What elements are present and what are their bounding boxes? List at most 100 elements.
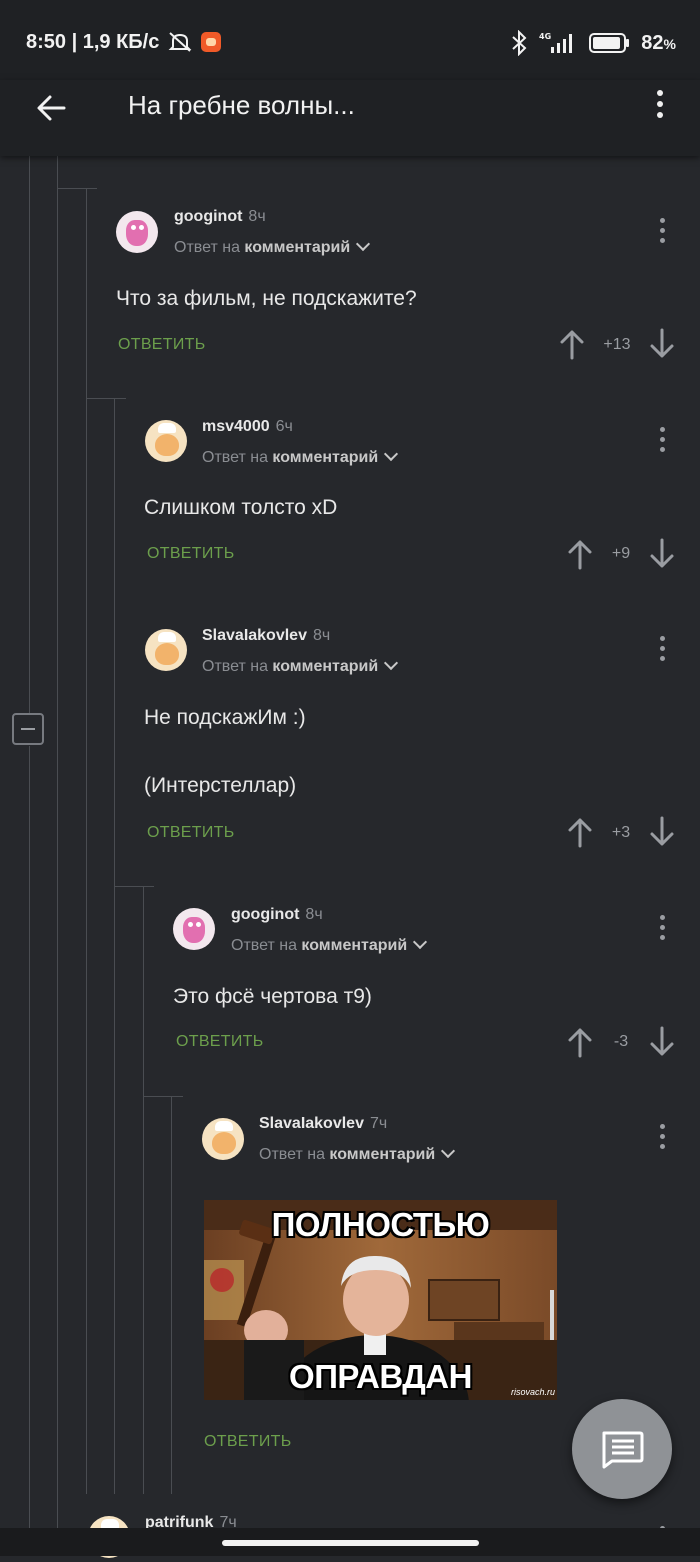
comment-author[interactable]: SlavaIakovlev 8ч bbox=[202, 627, 330, 645]
network-label: 4G bbox=[539, 32, 551, 41]
app-notification-icon bbox=[201, 32, 222, 52]
upvote-button[interactable] bbox=[558, 328, 586, 360]
meme-top-caption: ПОЛНОСТЬЮ bbox=[271, 1206, 490, 1243]
user-avatar[interactable] bbox=[145, 420, 187, 462]
upvote-button[interactable] bbox=[566, 1026, 594, 1058]
write-comment-fab[interactable] bbox=[572, 1399, 672, 1499]
status-bar: 8:50 | 1,9 КБ/с 4G 82% bbox=[0, 0, 700, 80]
reply-button[interactable]: ОТВЕТИТЬ bbox=[204, 1433, 292, 1451]
comment-text: Что за фильм, не подскажите? bbox=[116, 287, 417, 310]
arrow-up-icon bbox=[568, 1028, 592, 1058]
reply-to-link[interactable]: Ответ на комментарий bbox=[174, 236, 371, 257]
system-nav-bar bbox=[0, 1528, 700, 1556]
comment-score: +9 bbox=[611, 545, 631, 562]
comment-text: Это фсё чертова т9) bbox=[173, 985, 372, 1008]
comment-time: 7ч bbox=[369, 1115, 388, 1132]
comment-score: +3 bbox=[611, 824, 631, 841]
more-vertical-icon bbox=[650, 214, 674, 243]
app-bar: На гребне волны... bbox=[0, 80, 700, 156]
user-avatar[interactable] bbox=[116, 211, 158, 253]
comment-icon bbox=[602, 1431, 644, 1469]
thread-line bbox=[114, 398, 115, 1494]
reply-to-link[interactable]: Ответ на комментарий bbox=[231, 934, 428, 955]
comment-time: 8ч bbox=[248, 208, 266, 225]
more-vertical-icon bbox=[650, 1120, 674, 1149]
arrow-down-icon bbox=[650, 328, 674, 358]
downvote-button[interactable] bbox=[648, 538, 676, 570]
comment-menu-button[interactable] bbox=[650, 911, 674, 951]
arrow-down-icon bbox=[650, 538, 674, 568]
meme-watermark: risovach.ru bbox=[510, 1387, 555, 1397]
status-time-speed: 8:50 | 1,9 КБ/с bbox=[26, 30, 160, 53]
user-avatar[interactable] bbox=[202, 1118, 244, 1160]
page-title: На гребне волны... bbox=[128, 90, 355, 120]
comment-menu-button[interactable] bbox=[650, 214, 674, 254]
arrow-up-icon bbox=[560, 330, 584, 360]
home-gesture-bar[interactable] bbox=[222, 1540, 479, 1546]
reply-button[interactable]: ОТВЕТИТЬ bbox=[147, 824, 235, 842]
thread-line bbox=[86, 188, 87, 1494]
thread-branch bbox=[57, 188, 97, 189]
chevron-down-icon bbox=[413, 934, 428, 950]
comment-score: -3 bbox=[613, 1033, 629, 1050]
thread-line bbox=[171, 1096, 172, 1494]
thread-line bbox=[29, 156, 30, 714]
comment-author[interactable]: googinot 8ч bbox=[231, 906, 323, 924]
upvote-button[interactable] bbox=[566, 538, 594, 570]
thread-branch bbox=[86, 398, 126, 399]
arrow-up-icon bbox=[568, 540, 592, 570]
chevron-down-icon bbox=[441, 1143, 456, 1159]
comment-author[interactable]: SlavaIakovlev 7ч bbox=[259, 1115, 387, 1133]
battery-icon bbox=[589, 32, 631, 54]
overflow-menu-button[interactable] bbox=[644, 86, 676, 126]
user-avatar[interactable] bbox=[145, 629, 187, 671]
comment-time: 8ч bbox=[305, 906, 323, 923]
reply-to-link[interactable]: Ответ на комментарий bbox=[202, 446, 399, 467]
downvote-button[interactable] bbox=[648, 1026, 676, 1058]
more-vertical-icon bbox=[650, 423, 674, 452]
signal-4g-icon: 4G bbox=[537, 31, 579, 55]
reply-to-link[interactable]: Ответ на комментарий bbox=[202, 655, 399, 676]
thread-branch bbox=[143, 1096, 183, 1097]
comment-menu-button[interactable] bbox=[650, 632, 674, 672]
arrow-down-icon bbox=[650, 816, 674, 846]
thread-line bbox=[143, 886, 144, 1494]
comment-menu-button[interactable] bbox=[650, 423, 674, 463]
thread-line bbox=[57, 156, 58, 1528]
meme-bottom-caption: ОПРАВДАН bbox=[289, 1358, 472, 1395]
status-left: 8:50 | 1,9 КБ/с bbox=[26, 30, 222, 54]
comment-text: Не подскажИм :) (Интерстеллар) bbox=[144, 706, 306, 797]
downvote-button[interactable] bbox=[648, 816, 676, 848]
comment-author[interactable]: googinot 8ч bbox=[174, 208, 266, 226]
thread-line bbox=[29, 746, 30, 1528]
downvote-button[interactable] bbox=[648, 328, 676, 360]
reply-button[interactable]: ОТВЕТИТЬ bbox=[118, 336, 206, 354]
user-avatar[interactable] bbox=[173, 908, 215, 950]
arrow-up-icon bbox=[568, 818, 592, 848]
thread-branch bbox=[114, 886, 154, 887]
collapse-thread-button[interactable] bbox=[12, 713, 44, 745]
meme-image[interactable]: ПОЛНОСТЬЮ ОПРАВДАН risovach.ru bbox=[204, 1200, 557, 1400]
arrow-back-icon bbox=[37, 95, 66, 121]
upvote-button[interactable] bbox=[566, 816, 594, 848]
comment-time: 6ч bbox=[275, 418, 293, 435]
status-right: 4G 82% bbox=[511, 30, 676, 56]
more-vertical-icon bbox=[644, 86, 676, 118]
back-button[interactable] bbox=[32, 88, 72, 128]
bluetooth-icon bbox=[511, 30, 527, 56]
chevron-down-icon bbox=[384, 446, 399, 462]
chevron-down-icon bbox=[356, 236, 371, 252]
comment-text: Слишком толсто xD bbox=[144, 496, 338, 519]
reply-button[interactable]: ОТВЕТИТЬ bbox=[147, 545, 235, 563]
comment-score: +13 bbox=[603, 336, 631, 353]
comment-menu-button[interactable] bbox=[650, 1120, 674, 1160]
reply-button[interactable]: ОТВЕТИТЬ bbox=[176, 1033, 264, 1051]
muted-notifications-icon bbox=[167, 30, 193, 54]
comment-author[interactable]: msv4000 6ч bbox=[202, 418, 293, 436]
more-vertical-icon bbox=[650, 911, 674, 940]
chevron-down-icon bbox=[384, 655, 399, 671]
battery-percent: 82% bbox=[641, 31, 676, 54]
comment-time: 8ч bbox=[312, 627, 331, 644]
more-vertical-icon bbox=[650, 632, 674, 661]
reply-to-link[interactable]: Ответ на комментарий bbox=[259, 1143, 456, 1164]
